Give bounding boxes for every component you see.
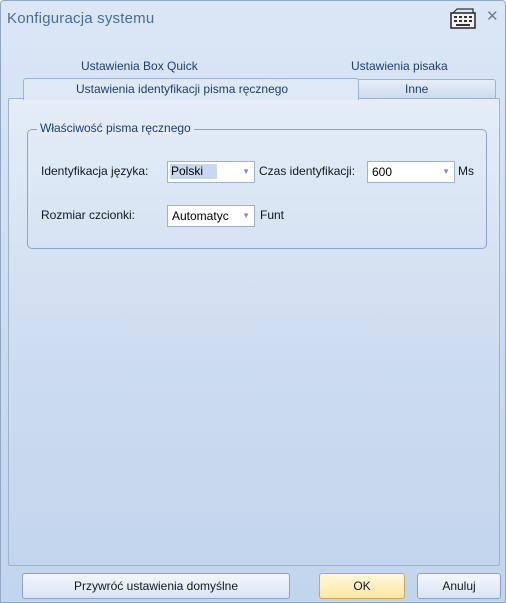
window-title: Konfiguracja systemu xyxy=(7,10,155,27)
font-unit: Funt xyxy=(260,208,285,222)
tab-handwriting-recognition[interactable]: Ustawienia identyfikacji pisma ręcznego xyxy=(23,78,359,100)
close-icon[interactable]: ✕ xyxy=(486,7,499,25)
keyboard-icon[interactable] xyxy=(449,6,477,30)
tab-handwriting-label: Ustawienia identyfikacji pisma ręcznego xyxy=(76,82,289,96)
group-title: Właściwość pisma ręcznego xyxy=(37,121,194,135)
tab-box-quick[interactable]: Ustawienia Box Quick xyxy=(81,59,198,73)
chevron-down-icon: ▼ xyxy=(242,211,250,220)
language-select[interactable]: Polski ▼ xyxy=(167,161,255,183)
font-size-value: Automatyc xyxy=(172,209,229,223)
chevron-down-icon: ▼ xyxy=(242,167,250,176)
reset-defaults-button[interactable]: Przywróć ustawienia domyślne xyxy=(22,573,290,599)
time-label: Czas identyfikacji: xyxy=(259,164,356,178)
tab-row-top: Ustawienia Box Quick Ustawienia pisaka xyxy=(1,59,505,79)
ok-button[interactable]: OK xyxy=(319,573,405,599)
language-label: Identyfikacja języka: xyxy=(41,164,149,178)
tab-other[interactable]: Inne xyxy=(356,79,496,98)
time-unit: Ms xyxy=(458,164,474,178)
time-select[interactable]: 600 ▼ xyxy=(367,161,455,183)
language-value: Polski xyxy=(170,164,218,179)
title-bar: Konfiguracja systemu ✕ xyxy=(1,1,505,37)
tab-other-label: Inne xyxy=(405,82,429,96)
tab-pen-settings[interactable]: Ustawienia pisaka xyxy=(351,59,448,73)
cancel-button[interactable]: Anuluj xyxy=(417,573,501,599)
chevron-down-icon: ▼ xyxy=(442,167,450,176)
settings-window: Konfiguracja systemu ✕ Ustawienia Box Qu… xyxy=(0,0,506,603)
font-size-select[interactable]: Automatyc ▼ xyxy=(167,205,255,227)
time-value: 600 xyxy=(372,165,393,179)
font-size-label: Rozmiar czcionki: xyxy=(41,208,136,222)
handwriting-properties-group xyxy=(27,129,487,249)
